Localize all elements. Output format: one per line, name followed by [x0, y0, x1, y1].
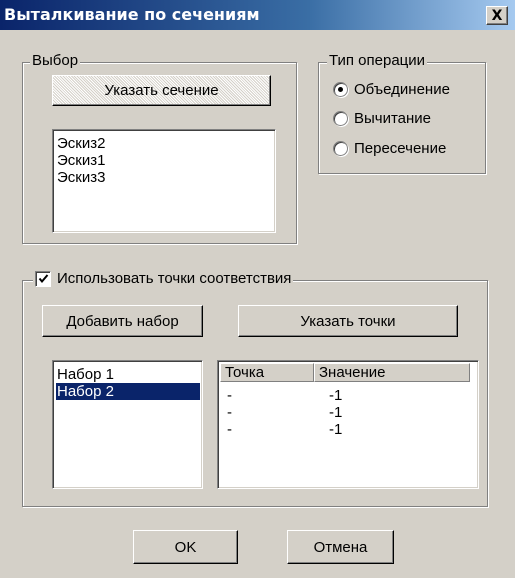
- table-cell: -1: [329, 387, 343, 404]
- pick-section-button[interactable]: Указать сечение: [52, 75, 271, 106]
- radio-button[interactable]: [333, 82, 348, 97]
- close-icon: X: [491, 7, 503, 24]
- use-correspondence-label: Использовать точки соответствия: [57, 270, 292, 287]
- list-item[interactable]: Эскиз2: [57, 135, 105, 152]
- table-cell: -: [227, 404, 232, 421]
- table-cell: -1: [329, 421, 343, 438]
- radio-dot: [338, 87, 343, 92]
- operation-type-legend: Тип операции: [327, 52, 428, 69]
- selection-group-legend: Выбор: [30, 52, 81, 69]
- radio-subtract[interactable]: Вычитание: [333, 110, 431, 127]
- add-set-button[interactable]: Добавить набор: [42, 305, 203, 337]
- close-button[interactable]: X: [486, 6, 508, 25]
- pick-points-button[interactable]: Указать точки: [238, 305, 458, 337]
- table-cell: -: [227, 387, 232, 404]
- sets-listbox[interactable]: Набор 1 Набор 2: [52, 360, 203, 489]
- list-item-selected[interactable]: Набор 2: [56, 383, 200, 400]
- radio-intersect[interactable]: Пересечение: [333, 140, 446, 157]
- table-cell: -: [227, 421, 232, 438]
- window-title: Выталкивание по сечениям: [4, 5, 260, 24]
- use-correspondence-checkbox[interactable]: [35, 270, 51, 287]
- radio-union-label: Объединение: [354, 81, 450, 98]
- radio-button[interactable]: [333, 111, 348, 126]
- list-item[interactable]: Эскиз3: [57, 169, 105, 186]
- list-item[interactable]: Эскиз1: [57, 152, 105, 169]
- cancel-button[interactable]: Отмена: [287, 530, 394, 564]
- radio-intersect-label: Пересечение: [354, 140, 447, 157]
- table-cell: -1: [329, 404, 343, 421]
- ok-button[interactable]: OK: [133, 530, 238, 564]
- points-table[interactable]: Точка Значение - -1 - -1 - -1: [217, 360, 479, 489]
- radio-button[interactable]: [333, 141, 348, 156]
- sections-listbox[interactable]: Эскиз2 Эскиз1 Эскиз3: [52, 129, 276, 233]
- radio-subtract-label: Вычитание: [354, 110, 432, 127]
- list-item[interactable]: Набор 1: [57, 366, 114, 383]
- radio-union[interactable]: Объединение: [333, 81, 450, 98]
- checkmark-icon: [38, 274, 48, 284]
- use-correspondence-checkbox-row[interactable]: Использовать точки соответствия: [33, 270, 294, 287]
- column-header-value[interactable]: Значение: [314, 363, 470, 382]
- column-header-point[interactable]: Точка: [220, 363, 314, 382]
